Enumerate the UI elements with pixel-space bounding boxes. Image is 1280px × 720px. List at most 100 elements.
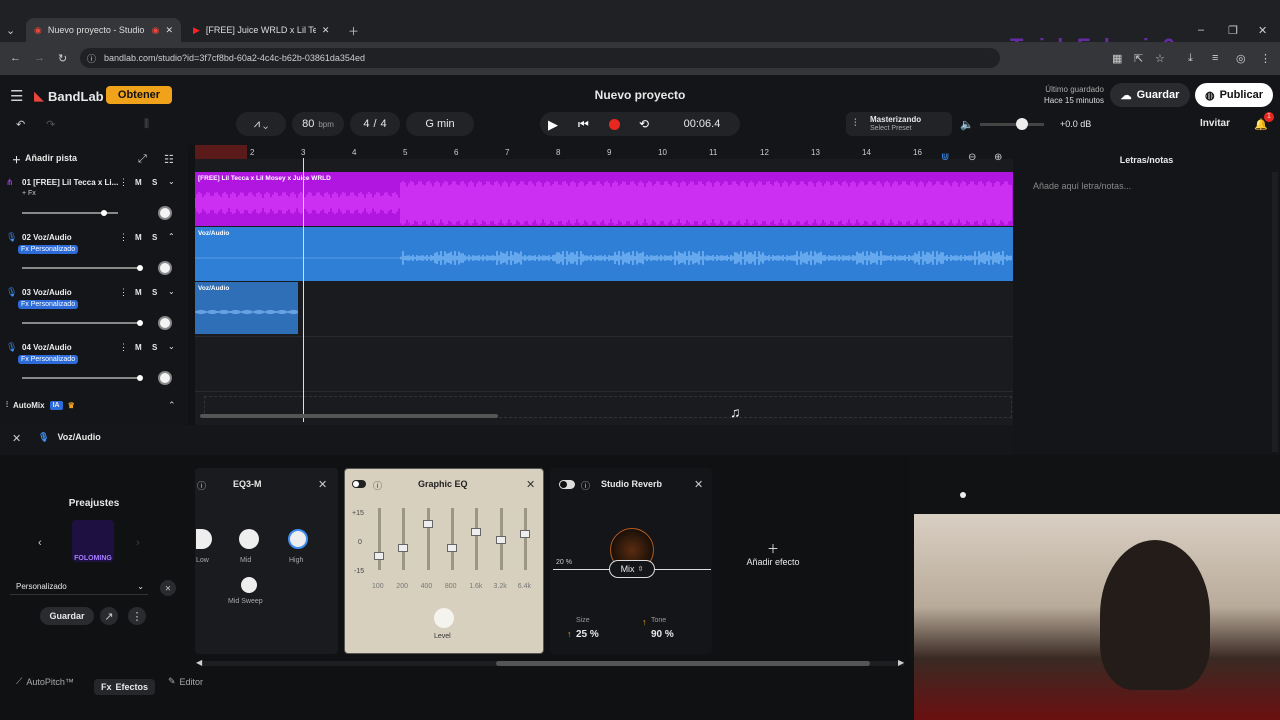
master-volume-handle[interactable] [1016,118,1028,130]
pan-knob[interactable] [158,371,172,385]
add-music-icon[interactable]: ♫ [730,404,741,420]
close-icon[interactable]: ✕ [318,478,327,491]
mid-knob[interactable] [239,529,259,549]
zoom-in-icon[interactable]: ⊕ [994,152,1002,163]
skip-back-icon[interactable]: ⏮ [578,117,589,132]
fader-handle[interactable] [519,530,530,538]
bandlab-logo[interactable]: ◣ BandLab [34,88,104,104]
mix-selector[interactable]: Mix ⇳ [609,560,655,578]
track-fx-badge[interactable]: Fx Personalizado [18,355,79,364]
minimize-icon[interactable]: – [1198,24,1204,36]
chevron-left-icon[interactable]: ‹ [38,537,42,549]
volume-handle[interactable] [137,375,143,381]
autopitch-tab[interactable]: ⟋ AutoPitch™ [16,676,74,687]
fader-handle[interactable] [446,544,457,552]
site-info-icon[interactable]: ⓘ [87,52,96,65]
eq-band-fader[interactable] [495,508,506,570]
preset-menu-icon[interactable]: ⋮ [128,607,146,625]
share-preset-icon[interactable]: ↗ [100,607,118,625]
play-icon[interactable]: ▶ [548,117,558,133]
reload-icon[interactable]: ↻ [58,52,67,65]
size-value[interactable]: 25 % [576,629,599,640]
track-2[interactable]: 🎙 02 Voz/Audio Fx Personalizado ⋮ M S ⌃ [0,227,188,281]
chevron-up-icon[interactable]: ⌃ [168,232,175,241]
clip-vocal-2[interactable]: Voz/Audio [195,227,1013,281]
volume-handle[interactable] [137,320,143,326]
close-window-icon[interactable]: ✕ [1258,24,1267,37]
fader-handle[interactable] [398,544,409,552]
maximize-icon[interactable]: ❐ [1228,24,1238,37]
info-icon[interactable]: ⓘ [197,479,206,492]
profile-icon[interactable]: ◎ [1236,52,1246,65]
preset-select[interactable]: Personalizado ⌄ [10,579,148,595]
fader-handle[interactable] [422,520,433,528]
fader-handle[interactable] [495,536,506,544]
track-volume-slider[interactable] [22,377,138,379]
reverb-toggle[interactable] [559,480,575,489]
scroll-left-icon[interactable]: ◀ [196,658,202,667]
track-name[interactable]: 04 Voz/Audio [22,343,72,352]
effects-tab[interactable]: Fx Efectos [94,679,156,695]
mute-button[interactable]: M [135,343,142,352]
automix-row[interactable]: ⫶ AutoMix IA ♛ [6,400,75,410]
solo-button[interactable]: S [152,288,157,297]
close-icon[interactable]: ✕ [322,25,330,36]
track-volume-slider[interactable] [22,322,138,324]
mastering-button[interactable]: ⫶ Masterizando Select Preset [846,112,952,136]
invite-button[interactable]: Invitar [1200,118,1230,129]
track-menu-icon[interactable]: ⋮ [119,177,128,188]
address-bar[interactable]: ⓘ bandlab.com/studio?id=3f7cf8bd-60a2-4c… [80,48,1000,68]
lyrics-scrollbar[interactable] [1272,172,1278,452]
share-icon[interactable]: ⇱ [1134,52,1143,65]
chevron-up-icon[interactable]: ⌃ [168,400,176,411]
tab-list-icon[interactable]: ⌄ [6,24,15,37]
track-menu-icon[interactable]: ⋮ [119,287,128,298]
scroll-right-icon[interactable]: ▶ [898,658,904,667]
pan-knob[interactable] [158,316,172,330]
metronome-button[interactable]: ⩘ ⌄ [236,112,286,136]
track-3[interactable]: 🎙 03 Voz/Audio Fx Personalizado ⋮ M S ⌄ [0,282,188,336]
loop-icon[interactable]: ⟲ [639,117,649,131]
clip-beat[interactable]: [FREE] Lil Tecca x Lil Mosey x Juice WRL… [195,172,1013,226]
track-fx-badge[interactable]: Fx Personalizado [18,245,79,254]
fx-bypass-icon[interactable]: ⨯ [160,580,176,596]
mute-button[interactable]: M [135,288,142,297]
high-knob[interactable] [288,529,308,549]
snap-magnet-icon[interactable]: ⋓ [941,152,949,163]
back-icon[interactable]: ← [10,52,21,64]
mid-sweep-knob[interactable] [241,577,257,593]
menu-dots-icon[interactable]: ⋮ [1260,52,1271,65]
redo-icon[interactable]: ↷ [46,118,55,131]
speaker-mute-icon[interactable]: 🔈 [960,118,974,131]
mute-button[interactable]: M [135,178,142,187]
playhead[interactable] [303,158,304,422]
lyrics-textarea[interactable]: Añade aquí letra/notas... [1033,181,1253,191]
mute-button[interactable]: M [135,233,142,242]
close-icon[interactable]: ✕ [12,432,21,445]
key-field[interactable]: G min [406,112,474,136]
tone-value[interactable]: 90 % [651,629,674,640]
editor-tab[interactable]: ✎ Editor [168,676,203,687]
timeline-ruler[interactable]: 123456789101112131416 [195,145,1013,159]
solo-button[interactable]: S [152,178,157,187]
close-icon[interactable]: ✕ [694,478,703,491]
close-icon[interactable]: ✕ [165,25,173,36]
pan-knob[interactable] [158,206,172,220]
eq-band-fader[interactable] [374,508,384,570]
grid-view-icon[interactable]: ⫼ [144,118,149,131]
master-volume-slider[interactable] [980,123,1044,126]
preset-thumbnail[interactable]: FOLOMING [72,520,114,562]
track-volume-slider[interactable] [22,267,138,269]
track-menu-icon[interactable]: ⋮ [119,232,128,243]
tab-youtube[interactable]: ▶ [FREE] Juice WRLD x Lil Tecca Ty ✕ [185,18,340,42]
playlist-icon[interactable]: ≡ [1212,52,1218,64]
close-icon[interactable]: ✕ [526,478,535,491]
time-signature-field[interactable]: 4/4 [350,112,400,136]
hamburger-menu-icon[interactable]: ☰ [10,87,23,105]
loop-region[interactable] [195,145,247,159]
level-knob[interactable] [434,608,454,628]
add-track-button[interactable]: ＋ Añadir pista [12,153,77,166]
pan-knob[interactable] [158,261,172,275]
publish-button[interactable]: ◍ Publicar [1195,83,1273,107]
tempo-field[interactable]: 80 bpm [292,112,344,136]
